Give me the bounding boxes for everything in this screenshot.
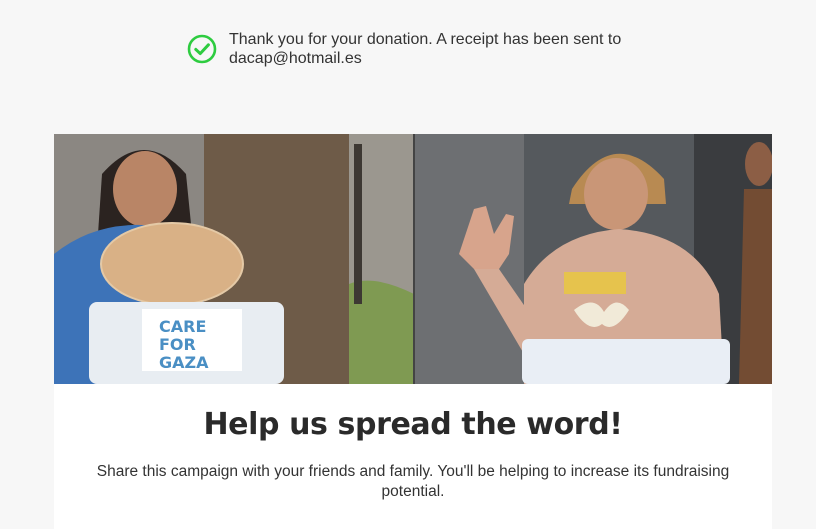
package-logo-line: FOR bbox=[159, 335, 196, 354]
campaign-image: CARE FOR GAZA bbox=[54, 134, 772, 384]
share-description: Share this campaign with your friends an… bbox=[96, 463, 730, 500]
check-circle-icon bbox=[187, 34, 217, 64]
campaign-photo: CARE FOR GAZA bbox=[54, 134, 772, 384]
receipt-message-line: Thank you for your donation. A receipt h… bbox=[229, 31, 622, 48]
donation-confirmation-page: Thank you for your donation. A receipt h… bbox=[0, 0, 816, 529]
share-headline: Help us spread the word! bbox=[203, 407, 623, 442]
share-campaign-card: CARE FOR GAZA Help us spread the word! S… bbox=[54, 134, 772, 529]
receipt-email: dacap@hotmail.es bbox=[229, 50, 362, 67]
package-logo-line: GAZA bbox=[159, 353, 209, 372]
package-logo-line: CARE bbox=[159, 317, 206, 336]
share-content: Help us spread the word! Share this camp… bbox=[54, 384, 772, 502]
donation-success-notice: Thank you for your donation. A receipt h… bbox=[187, 30, 647, 68]
receipt-message: Thank you for your donation. A receipt h… bbox=[229, 30, 621, 68]
